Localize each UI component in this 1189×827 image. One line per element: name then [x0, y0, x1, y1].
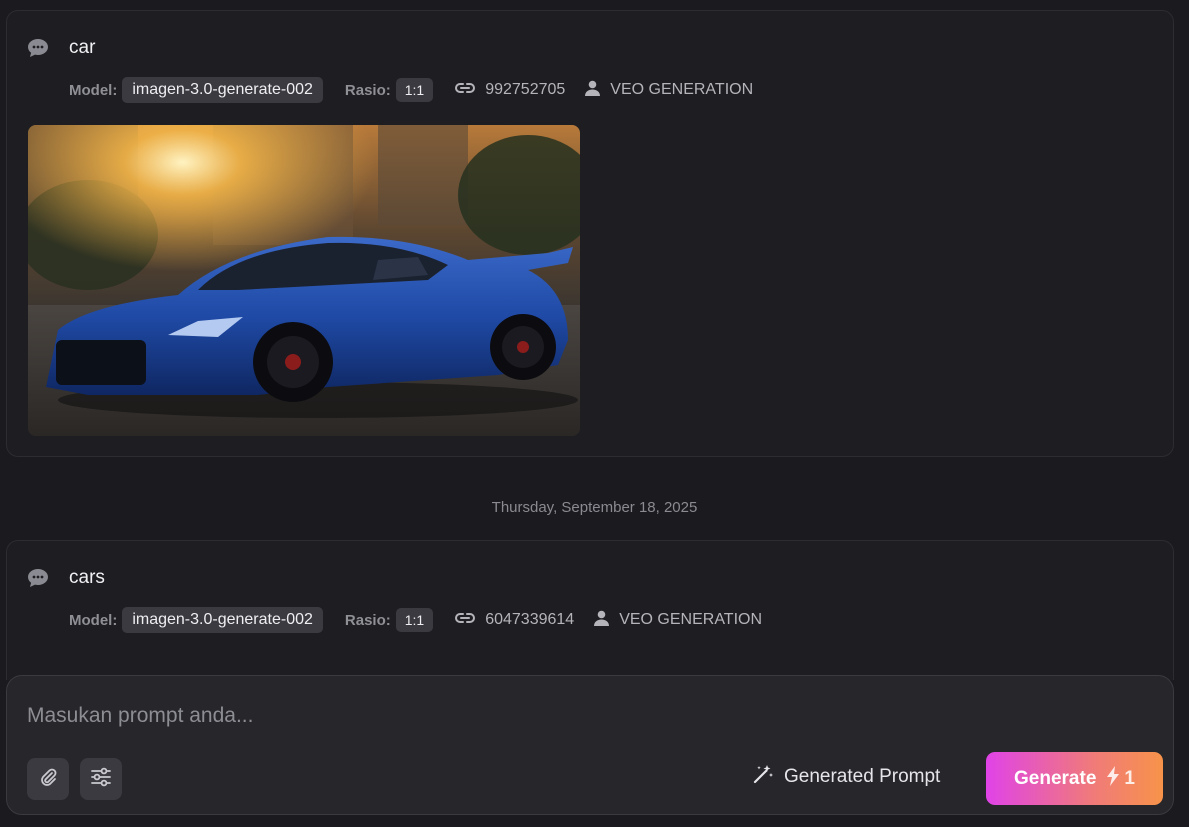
prompt-row: car: [27, 37, 95, 59]
link-icon: [455, 611, 476, 629]
chat-bubble-icon: [27, 38, 49, 58]
generate-button[interactable]: Generate 1: [986, 752, 1163, 805]
generated-prompt-label: Generated Prompt: [784, 766, 941, 787]
ratio-label: Rasio:: [344, 81, 391, 99]
prompt-text: cars: [69, 567, 105, 588]
sliders-icon: [90, 767, 112, 792]
settings-button[interactable]: [80, 758, 122, 800]
ratio-chip: 1:1: [395, 608, 434, 632]
ratio-label: Rasio:: [344, 611, 391, 629]
generated-car-image[interactable]: [28, 125, 580, 436]
magic-wand-icon: [752, 764, 784, 790]
model-label: Model:: [69, 81, 118, 99]
model-chip: imagen-3.0-generate-002: [122, 77, 323, 103]
history-card: cars Model: imagen-3.0-generate-002 Rasi…: [6, 540, 1174, 680]
prompt-composer: Generated Prompt Generate 1: [6, 675, 1174, 815]
meta-row: Model: imagen-3.0-generate-002 Rasio: 1:…: [69, 607, 762, 633]
lightning-bolt-icon: [1106, 765, 1120, 792]
user-icon: [594, 610, 610, 630]
link-icon: [455, 81, 476, 99]
user-icon: [585, 80, 601, 100]
prompt-row: cars: [27, 567, 105, 589]
meta-row: Model: imagen-3.0-generate-002 Rasio: 1:…: [69, 77, 753, 103]
date-separator: Thursday, September 18, 2025: [491, 499, 698, 516]
seed-value: 992752705: [485, 81, 566, 98]
credit-value: 1: [1124, 767, 1135, 789]
model-chip: imagen-3.0-generate-002: [122, 607, 323, 633]
ratio-chip: 1:1: [395, 78, 434, 102]
user-name: VEO GENERATION: [610, 81, 754, 98]
seed-value: 6047339614: [485, 611, 575, 628]
history-card: car Model: imagen-3.0-generate-002 Rasio…: [6, 10, 1174, 457]
model-label: Model:: [69, 611, 118, 629]
generated-prompt-button[interactable]: Generated Prompt: [752, 764, 940, 790]
paperclip-icon: [38, 767, 58, 792]
chat-bubble-icon: [27, 568, 49, 588]
user-name: VEO GENERATION: [619, 611, 763, 628]
credit-cost: 1: [1106, 765, 1135, 792]
prompt-input[interactable]: [27, 700, 927, 732]
attach-button[interactable]: [27, 758, 69, 800]
generate-label: Generate: [1014, 767, 1097, 789]
prompt-text: car: [69, 37, 96, 58]
